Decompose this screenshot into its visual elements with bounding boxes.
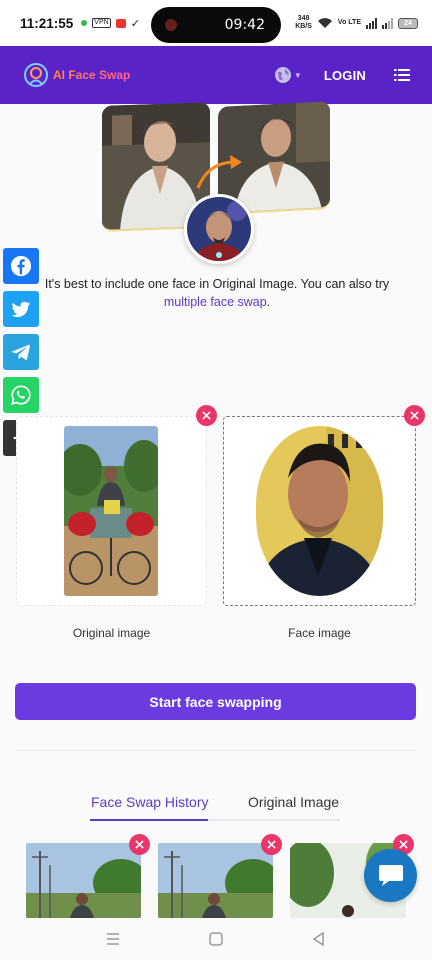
- net-speed: 348 KB/S: [295, 15, 312, 31]
- globe-icon[interactable]: [274, 66, 292, 84]
- remove-history-item-button[interactable]: [261, 834, 282, 855]
- telegram-icon: [11, 344, 30, 360]
- whatsapp-share-button[interactable]: [3, 377, 39, 413]
- hero-illustration: [100, 101, 336, 264]
- vpn-icon: VPN: [92, 18, 111, 28]
- header-actions: ▼ LOGIN: [274, 66, 410, 84]
- remove-face-image-button[interactable]: [404, 405, 425, 426]
- info-text-suffix: .: [266, 295, 271, 309]
- twitter-icon: [11, 301, 31, 318]
- original-image-preview: [64, 426, 158, 596]
- face-image-label: Face image: [288, 626, 351, 640]
- language-caret-icon[interactable]: ▼: [294, 71, 302, 80]
- logo-text: AI Face Swap: [53, 68, 131, 82]
- whatsapp-icon: [11, 385, 31, 405]
- chat-bubble-icon: [378, 864, 403, 886]
- green-dot-icon: [81, 20, 88, 26]
- history-tabs: Face Swap History Original Image: [90, 790, 340, 822]
- tab-active-indicator: [90, 819, 208, 821]
- history-thumbnail[interactable]: [158, 843, 273, 918]
- start-face-swapping-button[interactable]: Start face swapping: [15, 683, 416, 720]
- twitter-share-button[interactable]: [3, 291, 39, 327]
- page: 11:21:55 VPN ✓ 09:42 348KB/S Vo LTE 24: [0, 0, 432, 960]
- telegram-share-button[interactable]: [3, 334, 39, 370]
- system-nav-bar: [0, 918, 432, 960]
- tab-original-image[interactable]: Original Image: [248, 794, 339, 810]
- remove-original-image-button[interactable]: [196, 405, 217, 426]
- app-header: AI Face Swap ▼ LOGIN: [0, 46, 432, 104]
- remove-history-item-button[interactable]: [129, 834, 150, 855]
- island-time: 09:42: [224, 17, 265, 33]
- wifi-icon: [317, 18, 332, 28]
- section-divider: [15, 750, 416, 751]
- facebook-icon: [10, 255, 32, 277]
- signal-2-icon: [382, 17, 393, 29]
- original-image-label: Original image: [72, 626, 151, 640]
- battery-icon: 24: [398, 17, 418, 29]
- close-icon: [267, 840, 276, 849]
- close-icon: [202, 411, 211, 420]
- face-image-preview: [256, 426, 383, 596]
- dynamic-island: 09:42: [151, 7, 281, 43]
- home-icon[interactable]: [207, 930, 225, 948]
- recording-indicator-icon: [165, 19, 177, 31]
- logo-mark-icon: [24, 63, 48, 87]
- multiple-face-swap-link[interactable]: multiple face swap: [164, 295, 267, 309]
- history-thumbnail[interactable]: [26, 843, 141, 918]
- facebook-share-button[interactable]: [3, 248, 39, 284]
- info-text-body: It's best to include one face in Origina…: [44, 277, 390, 291]
- login-button[interactable]: LOGIN: [324, 68, 366, 83]
- status-right-icons: 348 KB/S Vo LTE 24: [295, 15, 418, 31]
- swap-arrow-icon: [196, 155, 242, 189]
- net-speed-value: 348: [297, 15, 310, 22]
- logo[interactable]: AI Face Swap: [22, 62, 130, 88]
- net-speed-unit: KB/S: [295, 23, 312, 30]
- status-left-icons: VPN ✓: [81, 17, 140, 30]
- tab-face-swap-history[interactable]: Face Swap History: [91, 794, 208, 810]
- check-icon: ✓: [130, 17, 140, 30]
- close-icon: [135, 840, 144, 849]
- hero-face-image: [184, 194, 254, 264]
- recent-apps-icon[interactable]: [104, 930, 122, 948]
- chat-button[interactable]: [364, 849, 417, 902]
- status-time: 11:21:55: [20, 15, 74, 31]
- record-icon: [115, 18, 126, 28]
- info-text: It's best to include one face in Origina…: [24, 275, 410, 311]
- status-bar: 11:21:55 VPN ✓ 09:42 348 KB/S Vo LTE 24: [0, 0, 432, 46]
- signal-icon: [366, 17, 377, 29]
- lte-label: Vo LTE: [337, 19, 361, 26]
- back-icon[interactable]: [310, 930, 328, 948]
- menu-icon[interactable]: [394, 69, 410, 81]
- close-icon: [399, 840, 408, 849]
- close-icon: [410, 411, 419, 420]
